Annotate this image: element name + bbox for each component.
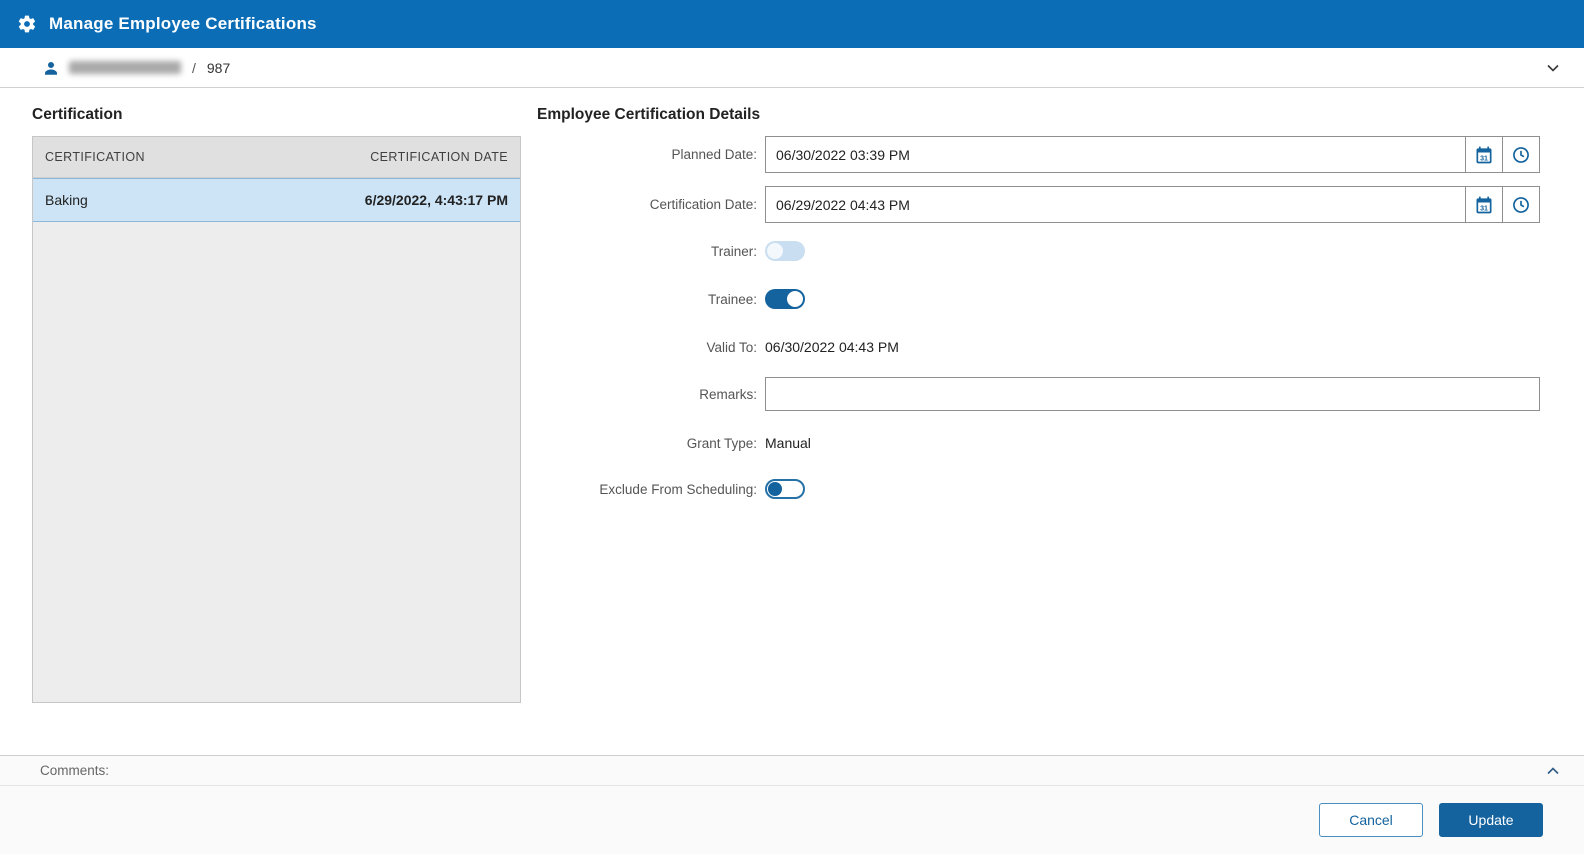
main-content: Certification CERTIFICATION CERTIFICATIO… <box>0 88 1584 755</box>
column-header-certification-date: CERTIFICATION DATE <box>370 150 508 164</box>
planned-date-input[interactable] <box>765 136 1466 173</box>
remarks-input[interactable] <box>765 377 1540 411</box>
trainer-row: Trainer: <box>537 241 1540 261</box>
remarks-row: Remarks: <box>537 377 1540 411</box>
gear-icon <box>16 13 38 35</box>
certification-date-input[interactable] <box>765 186 1466 223</box>
cancel-button[interactable]: Cancel <box>1319 803 1423 837</box>
grant-type-label: Grant Type: <box>686 435 757 451</box>
calendar-icon[interactable]: 31 <box>1465 136 1503 173</box>
svg-text:31: 31 <box>1480 204 1488 212</box>
clock-icon[interactable] <box>1502 186 1540 223</box>
certification-table: CERTIFICATION CERTIFICATION DATE Baking … <box>32 136 521 703</box>
trainee-label: Trainee: <box>707 291 757 307</box>
breadcrumb: / 987 <box>0 48 1584 88</box>
chevron-up-icon[interactable] <box>1542 760 1564 782</box>
update-button[interactable]: Update <box>1439 803 1543 837</box>
certification-name-cell: Baking <box>45 192 88 208</box>
exclude-from-scheduling-row: Exclude From Scheduling: <box>537 479 1540 499</box>
certification-details-panel: Employee Certification Details Planned D… <box>537 106 1540 499</box>
certification-list-title: Certification <box>32 106 123 123</box>
clock-icon[interactable] <box>1502 136 1540 173</box>
certification-table-header: CERTIFICATION CERTIFICATION DATE <box>33 137 520 178</box>
comments-section-header[interactable]: Comments: <box>0 755 1584 786</box>
comments-label: Comments: <box>40 763 110 778</box>
certification-date-cell: 6/29/2022, 4:43:17 PM <box>364 192 508 208</box>
planned-date-row: Planned Date: 31 <box>537 136 1540 173</box>
valid-to-row: Valid To: 06/30/2022 04:43 PM <box>537 339 1540 355</box>
valid-to-label: Valid To: <box>706 339 757 355</box>
trainer-label: Trainer: <box>710 243 757 259</box>
manage-employee-certifications-window: Manage Employee Certifications / 987 Cer… <box>0 0 1584 854</box>
column-header-certification: CERTIFICATION <box>45 150 145 164</box>
details-title: Employee Certification Details <box>537 106 761 123</box>
exclude-from-scheduling-label: Exclude From Scheduling: <box>599 481 757 497</box>
employee-id: 987 <box>206 59 231 76</box>
employee-name-redacted <box>69 61 181 74</box>
footer-action-bar: Cancel Update <box>0 786 1584 854</box>
remarks-label: Remarks: <box>699 386 757 402</box>
valid-to-value: 06/30/2022 04:43 PM <box>765 339 899 355</box>
table-row[interactable]: Baking 6/29/2022, 4:43:17 PM <box>33 178 520 222</box>
title-bar: Manage Employee Certifications <box>0 0 1584 48</box>
certification-date-label: Certification Date: <box>649 197 757 212</box>
planned-date-label: Planned Date: <box>671 147 757 162</box>
trainer-toggle[interactable] <box>765 241 805 261</box>
certification-date-row: Certification Date: 31 <box>537 186 1540 223</box>
certification-list-panel: Certification CERTIFICATION CERTIFICATIO… <box>32 106 521 703</box>
chevron-down-icon[interactable] <box>1542 57 1564 79</box>
exclude-from-scheduling-toggle[interactable] <box>765 479 805 499</box>
person-icon <box>42 59 60 77</box>
svg-text:31: 31 <box>1480 154 1488 162</box>
window-title: Manage Employee Certifications <box>49 14 317 33</box>
grant-type-value: Manual <box>765 435 811 451</box>
breadcrumb-separator: / <box>192 59 196 76</box>
calendar-icon[interactable]: 31 <box>1465 186 1503 223</box>
grant-type-row: Grant Type: Manual <box>537 435 1540 451</box>
trainee-row: Trainee: <box>537 289 1540 309</box>
trainee-toggle[interactable] <box>765 289 805 309</box>
